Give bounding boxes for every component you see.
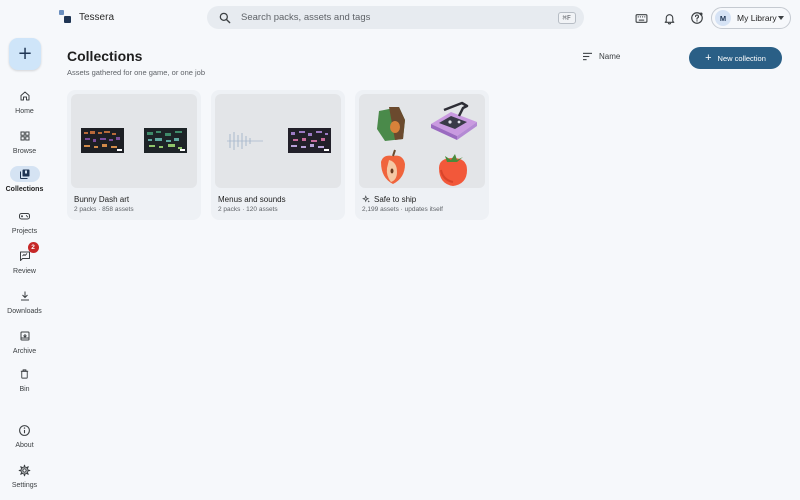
new-collection-button[interactable]: + New collection <box>689 47 782 69</box>
page-title: Collections <box>67 48 143 64</box>
review-badge: 2 <box>27 242 39 253</box>
help-icon[interactable] <box>688 9 706 27</box>
collection-meta: 2 packs · 858 assets <box>74 206 134 213</box>
collection-thumbnail <box>71 94 197 188</box>
info-icon <box>19 424 30 436</box>
sort-label: Name <box>599 52 621 61</box>
sort-button[interactable]: Name <box>582 52 620 61</box>
sidebar-item-label: Review <box>13 268 36 275</box>
search-icon <box>219 12 231 23</box>
collection-title: Safe to ship <box>362 195 416 204</box>
brand-name: Tessera <box>79 11 115 23</box>
collection-meta: 2 packs · 120 assets <box>218 206 278 213</box>
sidebar-item-downloads[interactable]: Downloads <box>0 288 49 315</box>
collection-thumbnail <box>359 94 485 188</box>
collection-card-safe-to-ship[interactable]: Safe to ship 2,199 assets · updates itse… <box>355 90 489 220</box>
sort-icon <box>583 52 592 61</box>
collection-card-menus-and-sounds[interactable]: Menus and sounds 2 packs · 120 assets <box>211 90 345 220</box>
sidebar-item-label: Bin <box>19 386 30 393</box>
brand-logo <box>59 10 71 24</box>
collection-title: Bunny Dash art <box>74 195 130 204</box>
sparkle-icon <box>362 195 370 203</box>
sidebar-item-archive[interactable]: Archive <box>0 328 49 355</box>
top-bar: Tessera Search packs, assets and tags ⌘F… <box>0 0 800 36</box>
sidebar-item-label: Home <box>15 108 34 115</box>
page-subtitle: Assets gathered for one game, or one job <box>67 68 206 77</box>
collection-card-bunny-dash-art[interactable]: Bunny Dash art 2 packs · 858 assets <box>67 90 201 220</box>
collection-thumbnail <box>215 94 341 188</box>
sidebar-item-label: About <box>15 442 34 449</box>
search-bar[interactable]: Search packs, assets and tags ⌘F <box>207 6 584 29</box>
pack-preview-image <box>377 101 477 186</box>
sidebar-item-collections[interactable]: Collections <box>0 166 49 193</box>
library-label: My Library <box>737 13 777 23</box>
grid-icon <box>20 131 29 141</box>
trash-icon <box>20 369 29 379</box>
sidebar: + Home Browse Collections Projects 2 Rev… <box>0 36 49 500</box>
download-icon <box>20 291 29 301</box>
sidebar-item-projects[interactable]: Projects <box>0 208 49 235</box>
new-collection-label: New collection <box>717 53 766 63</box>
library-switcher[interactable]: M My Library <box>711 7 791 29</box>
sidebar-item-label: Settings <box>11 482 38 489</box>
gamepad-icon <box>19 213 30 220</box>
sidebar-item-settings[interactable]: Settings <box>0 462 49 489</box>
home-icon <box>20 91 29 101</box>
collection-title: Menus and sounds <box>218 195 286 204</box>
archive-icon <box>20 331 29 341</box>
sidebar-item-label: Downloads <box>7 308 42 315</box>
review-icon <box>19 251 30 261</box>
sidebar-item-review[interactable]: 2 Review <box>0 242 49 275</box>
bell-icon[interactable] <box>660 9 678 27</box>
sidebar-item-home[interactable]: Home <box>0 88 49 115</box>
avatar: M <box>715 10 731 26</box>
gear-icon <box>18 464 31 476</box>
search-shortcut: ⌘F <box>557 11 576 24</box>
plus-icon: + <box>705 51 712 64</box>
sidebar-item-about[interactable]: About <box>0 422 49 449</box>
sidebar-item-label: Archive <box>12 348 37 355</box>
plus-icon: + <box>17 43 33 64</box>
pack-preview-image <box>81 128 187 153</box>
sidebar-item-bin[interactable]: Bin <box>0 366 49 393</box>
collections-icon <box>19 169 29 179</box>
collection-meta: 2,199 assets · updates itself <box>362 206 443 213</box>
search-input[interactable]: Search packs, assets and tags <box>241 12 558 23</box>
brand[interactable]: Tessera <box>59 10 114 24</box>
chevron-down-icon <box>778 16 784 20</box>
sidebar-item-browse[interactable]: Browse <box>0 128 49 155</box>
create-button[interactable]: + <box>9 38 41 70</box>
sidebar-item-label: Projects <box>11 228 38 235</box>
sidebar-item-label: Browse <box>12 148 37 155</box>
main-content: Collections Assets gathered for one game… <box>49 36 800 500</box>
sidebar-item-label: Collections <box>5 186 44 193</box>
pack-preview-image <box>227 128 331 153</box>
keyboard-icon[interactable] <box>632 9 650 27</box>
